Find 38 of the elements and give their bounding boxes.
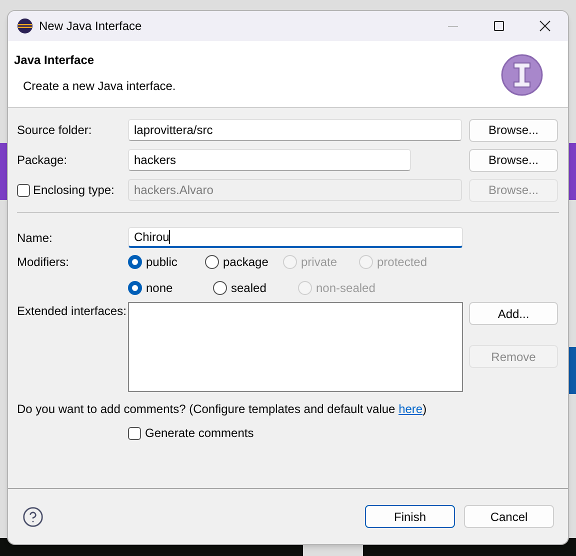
field-label: Source folder: [17,122,93,139]
field-label: Extended interfaces: [17,303,128,320]
radio-label: none [146,280,173,297]
field-label: Package: [17,152,68,169]
templates-link[interactable]: here [398,402,423,416]
radio-label: private [301,254,338,271]
input-field[interactable]: hackers [128,149,411,171]
checkbox-label: Enclosing type: [33,182,114,199]
radio-button[interactable] [128,255,142,269]
radio-label: public [146,254,178,271]
browse-button[interactable]: Browse... [469,118,558,142]
window-title: New Java Interface [39,18,142,35]
radio-button[interactable] [205,255,219,269]
checkbox[interactable] [128,426,141,440]
browse-button[interactable]: Browse... [469,148,558,172]
radio-label: package [223,254,268,271]
input-field[interactable]: laprovittera/src [128,119,462,141]
app-icon [17,18,33,34]
radio-button[interactable] [128,281,142,295]
interface-icon [500,53,544,97]
field-label: Modifiers: [17,254,70,271]
checkbox-label: Generate comments [145,425,254,442]
input-field[interactable]: Chirou [128,227,463,248]
browse-button[interactable]: Add... [469,302,558,325]
comments-prompt: Do you want to add comments? (Configure templates and default value here) [17,401,428,418]
interfaces-list[interactable] [128,302,463,392]
radio-label: sealed [231,280,266,297]
radio-button[interactable] [213,281,227,295]
input-field[interactable]: hackers.Alvaro [128,179,462,201]
dialog-button[interactable]: Cancel [464,505,554,528]
dialog-button[interactable]: Finish [365,505,455,528]
radio-label: protected [377,254,428,271]
help-icon[interactable] [22,506,44,528]
checkbox[interactable] [17,184,30,196]
header-title: Java Interface [14,52,96,69]
field-label: Name: [17,230,54,246]
radio-label: non-sealed [316,280,376,297]
header-description: Create a new Java interface. [23,78,176,95]
